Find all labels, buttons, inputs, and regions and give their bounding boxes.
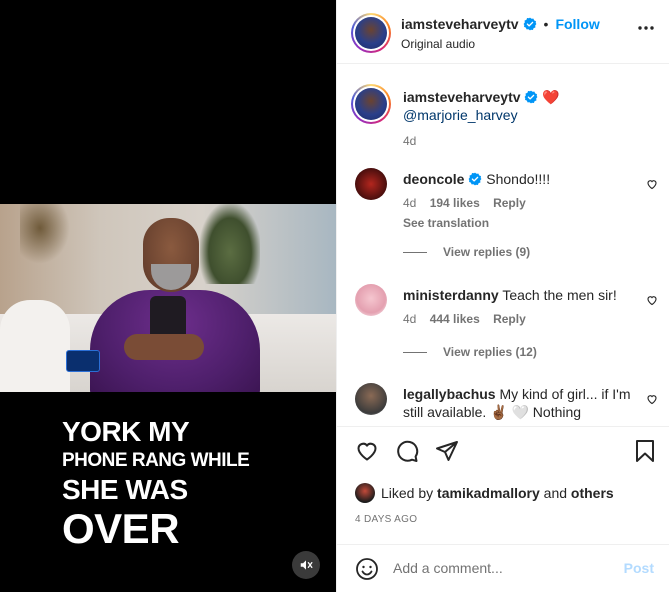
liked-by-prefix: Liked by (381, 485, 434, 501)
commenter-avatar[interactable] (355, 168, 387, 200)
comment-meta: 4d 444 likes Reply (403, 310, 641, 328)
caption-line-3: SHE WAS (62, 474, 188, 505)
replies-divider (403, 251, 427, 253)
caption-line-2: PHONE RANG WHILE (62, 450, 250, 471)
video-couch-arm (0, 300, 70, 392)
show-logo (66, 350, 100, 372)
liked-by-others-link[interactable]: others (571, 485, 614, 501)
author-username[interactable]: iamsteveharveytv (401, 16, 519, 32)
comment-bar: Post (337, 544, 669, 592)
verified-badge-icon (523, 17, 536, 31)
more-horizontal-icon[interactable] (638, 26, 654, 30)
video-caption: YORK MY PHONE RANG WHILE SHE WAS OVER (62, 416, 250, 552)
comment-time[interactable]: 4d (403, 312, 416, 326)
view-replies-button[interactable]: View replies (12) (403, 345, 537, 359)
replies-divider (403, 351, 427, 353)
caption-time[interactable]: 4d (403, 134, 416, 148)
liker-username[interactable]: tamikadmallory (437, 485, 540, 501)
video-decor (20, 204, 70, 264)
heart-icon[interactable] (355, 439, 379, 463)
caption-line-4: OVER (62, 505, 180, 552)
caption-post: iamsteveharveytv ❤️ @marjorie_harvey 4d (337, 82, 669, 148)
post-date[interactable]: 4 DAYS AGO (355, 514, 417, 525)
comment-text: Teach the men sir! (502, 287, 617, 303)
see-translation-button[interactable]: See translation (403, 214, 641, 232)
bookmark-icon[interactable] (634, 439, 656, 463)
video-person-hands (124, 334, 204, 360)
view-replies-button[interactable]: View replies (9) (403, 245, 530, 259)
view-replies-label[interactable]: View replies (9) (443, 245, 530, 259)
reply-button[interactable]: Reply (493, 312, 526, 326)
comment-likes[interactable]: 194 likes (430, 196, 480, 210)
video-frame[interactable] (0, 204, 336, 392)
commenter-avatar[interactable] (355, 383, 387, 415)
caption-emoji: ❤️ (542, 89, 560, 105)
commenter-avatar[interactable] (355, 284, 387, 316)
verified-badge-icon (468, 172, 482, 186)
commenter-username[interactable]: deoncole (403, 171, 464, 187)
comment-item: legallybachus My kind of girl... if I'm … (337, 383, 669, 425)
view-replies-label[interactable]: View replies (12) (443, 345, 537, 359)
separator-dot: • (543, 16, 549, 32)
commenter-username[interactable]: ministerdanny (403, 287, 499, 303)
caption-author-avatar[interactable] (351, 84, 391, 124)
comment-icon[interactable] (395, 439, 419, 463)
caption-line-1: YORK MY (62, 416, 190, 447)
comment-input[interactable] (393, 560, 613, 576)
post-side-panel: iamsteveharveytv • Follow Original audio… (336, 0, 669, 592)
speaker-muted-icon (300, 560, 313, 570)
follow-button[interactable]: Follow (555, 16, 599, 32)
comment-item: ministerdanny Teach the men sir! 4d 444 … (337, 284, 669, 330)
liker-avatar[interactable] (355, 483, 375, 503)
mute-button[interactable] (292, 551, 320, 579)
audio-label[interactable]: Original audio (401, 37, 475, 51)
commenter-username[interactable]: legallybachus (403, 386, 496, 402)
post-header: iamsteveharveytv • Follow Original audio (337, 0, 669, 64)
post-comment-button[interactable]: Post (624, 560, 654, 576)
post-media[interactable]: YORK MY PHONE RANG WHILE SHE WAS OVER (0, 0, 336, 592)
comment-like-heart-icon[interactable] (646, 393, 658, 405)
post-actions (337, 426, 669, 478)
video-plant (200, 204, 260, 284)
caption-mention-link[interactable]: @marjorie_harvey (403, 107, 518, 123)
comment-likes[interactable]: 444 likes (430, 312, 480, 326)
reply-button[interactable]: Reply (493, 196, 526, 210)
verified-badge-icon (525, 90, 538, 104)
liked-by-and: and (543, 485, 568, 501)
comment-meta: 4d 194 likes Reply (403, 194, 641, 212)
likes-summary: Liked by tamikadmallory and others (355, 483, 614, 503)
comment-like-heart-icon[interactable] (646, 294, 658, 306)
comment-time[interactable]: 4d (403, 196, 416, 210)
comment-text: Shondo!!!! (486, 171, 551, 187)
caption-username[interactable]: iamsteveharveytv (403, 89, 521, 105)
comment-item: deoncole Shondo!!!! 4d 194 likes Reply S… (337, 168, 669, 234)
author-avatar[interactable] (351, 13, 391, 53)
send-icon[interactable] (435, 439, 459, 463)
comment-like-heart-icon[interactable] (646, 178, 658, 190)
smiley-icon[interactable] (355, 557, 379, 581)
